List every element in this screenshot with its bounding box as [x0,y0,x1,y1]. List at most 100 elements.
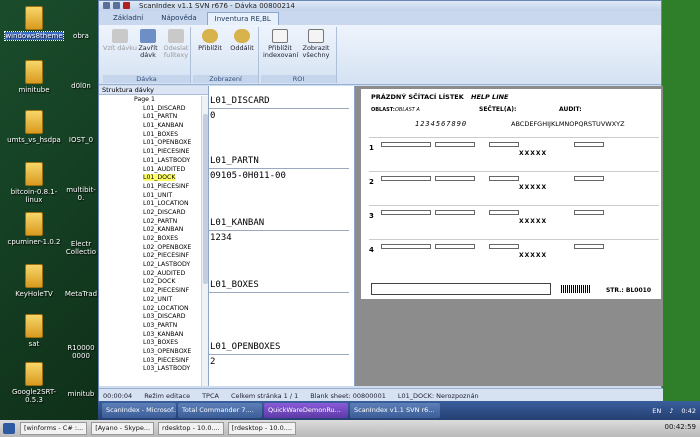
barcode [561,285,591,293]
field-input[interactable]: 2 [209,354,349,368]
status-field: L01_DOCK: Nerozpoznán [397,391,479,400]
field-input[interactable] [209,292,349,306]
desktop-partial-icon[interactable]: IOST_0 [64,136,98,144]
tree-item[interactable]: L03_DISCARD [99,313,201,322]
tree-item[interactable]: L02_KANBAN [99,226,201,235]
show-all-button[interactable]: Zobrazit všechny [299,29,333,59]
folder-icon [25,362,43,386]
tab-napoveda[interactable]: Nápověda [153,11,204,25]
document-viewer[interactable]: PRÁZDNÝ SČÍTACÍ LÍSTEK HELP LINE OBLAST:… [355,86,663,386]
folder-icon [25,6,43,30]
field-input[interactable]: 09105-0H011-00 [209,168,349,182]
desktop-partial-icon[interactable]: obra [64,32,98,40]
form-row-1: 1 XXXXX [369,137,659,159]
tree-item[interactable]: L01_BOXES [99,131,201,140]
tree-item[interactable]: L02_BOXES [99,235,201,244]
desktop-partial-icon[interactable]: minitub [64,390,98,398]
tree-item[interactable]: L03_OPENBOXE [99,348,201,357]
host-task-skype[interactable]: [Ayano - Skype... [91,422,155,435]
tree-scrollbar[interactable] [201,96,208,386]
tree-item[interactable]: L02_UNIT [99,296,201,305]
zoom-in-button[interactable]: Přiblížit [193,29,227,52]
desktop-icon-sat[interactable]: sat [4,314,64,348]
tree-item[interactable]: L01_LASTBODY [99,157,201,166]
tree-item[interactable]: L02_LOCATION [99,305,201,314]
ribbon-group-label: ROI [261,75,336,83]
form-secteni-label: SEČTEL(A): [479,106,517,113]
tree-item[interactable]: L01_DISCARD [99,105,201,114]
taskbar-item[interactable]: ScanIndex v1.1 SVN r6... [350,403,440,418]
tree-item[interactable]: L03_BOXES [99,339,201,348]
tab-inventura[interactable]: Inventura RE,BL [206,12,279,25]
ribbon-group-zobrazeni: Přiblížit Oddálit Zobrazení [193,27,259,83]
send-fulltext-button[interactable]: Odeslat fulltexy [159,29,193,59]
field-input[interactable]: 0 [209,108,349,122]
desktop-icon-umts[interactable]: umts_vs_hsdpa [4,110,64,144]
tree-item[interactable]: L03_PARTN [99,322,201,331]
zoom-out-button[interactable]: Oddálit [225,29,259,52]
desktop-icon-minitube[interactable]: minitube [4,60,64,94]
tree-item[interactable]: L02_PIECESINF [99,287,201,296]
status-bar: 00:00:04 Režim editace TPCA Celkem strán… [99,388,663,402]
status-pages: Celkem stránka 1 / 1 [230,391,299,400]
ribbon-tabs: Základní Nápověda Inventura RE,BL [99,11,661,25]
tree-item[interactable]: L01_UNIT [99,192,201,201]
close-batch-ribbon-icon [140,29,156,43]
tree-item[interactable]: L03_PIECESINF [99,357,201,366]
desktop-partial-icon[interactable]: Electr Collectio [64,240,98,256]
form-row-4: 4 XXXXX [369,239,659,261]
taskbar-item[interactable]: Total Commander 7.... [178,403,262,418]
desktop-partial-icon[interactable]: R10000 0000 [64,344,98,360]
tree-item[interactable]: L02_LASTBODY [99,261,201,270]
tree-item[interactable]: L01_LOCATION [99,200,201,209]
batch-tree[interactable]: Page 1 L01_DISCARD L01_PARTN L01_KANBAN L01… [99,96,201,386]
tab-zakladni[interactable]: Základní [105,11,151,25]
desktop-icon-google2srt[interactable]: Google2SRT-0.5.3 [4,362,64,404]
desktop-icon-keyholetv[interactable]: KeyHoleTV [4,264,64,298]
tree-item[interactable]: L01_PIECESINF [99,183,201,192]
tree-item[interactable]: L01_DOCK [99,174,201,183]
tree-header: Struktura dávky [99,86,208,95]
tree-item[interactable]: L01_PIECESINE [99,148,201,157]
app-icon[interactable] [103,2,110,9]
desktop-partial-icon[interactable]: multibit-0. [64,186,98,202]
tree-item[interactable]: L02_OPENBOXE [99,244,201,253]
tree-scroll-thumb[interactable] [203,114,208,284]
host-task-winforms[interactable]: [winforms - C# :... [20,422,88,435]
form-digits: 1234567890 [415,120,468,128]
form-footer-box [371,283,551,295]
tree-item[interactable]: L02_DISCARD [99,209,201,218]
tree-item[interactable]: L01_OPENBOXE [99,139,201,148]
desktop-partial-icon[interactable]: MetaTrad [64,290,98,298]
zoom-in-icon [202,29,218,43]
tree-item[interactable]: L03_KANBAN [99,331,201,340]
desktop-icon-cpuminer[interactable]: cpuminer-1.0.2 [4,212,64,246]
volume-icon[interactable]: ♪ [669,407,673,415]
close-batch-icon[interactable] [123,2,130,9]
desktop-right-strip [662,0,700,420]
tree-item[interactable]: L01_PARTN [99,113,201,122]
desktop-partial-icon[interactable]: d0l0n [64,82,98,90]
language-indicator[interactable]: EN [652,407,661,415]
tree-item[interactable]: L01_KANBAN [99,122,201,131]
tree-item[interactable]: L02_AUDITED [99,270,201,279]
menu-icon[interactable] [3,423,15,434]
host-task-rdesktop-1[interactable]: rdesktop - 10.0.... [158,422,224,435]
remote-taskbar: ScanIndex - Microsof... Total Commander … [98,401,700,420]
taskbar-item[interactable]: ScanIndex - Microsof... [102,403,176,418]
tree-item[interactable]: L02_PARTN [99,218,201,227]
tree-item[interactable]: L03_LASTBODY [99,365,201,374]
desktop-icon-windows8theme[interactable]: windows8theme [4,6,64,41]
print-icon[interactable] [113,2,120,9]
tree-root[interactable]: Page 1 [99,96,201,105]
tree-item[interactable]: L02_PIECESINF [99,252,201,261]
host-task-rdesktop-2[interactable]: [rdesktop - 10.0.... [227,422,296,435]
field-input[interactable]: 1234 [209,230,349,244]
zoom-indexed-button[interactable]: Přiblížit indexovaní [263,29,298,59]
folder-icon [25,212,43,236]
tree-item[interactable]: L02_DOCK [99,278,201,287]
desktop-icon-bitcoin[interactable]: bitcoin-0.8.1-linux [4,162,64,204]
folder-icon [25,162,43,186]
tree-item[interactable]: L01_AUDITED [99,166,201,175]
taskbar-item-active[interactable]: QuickWareDemonRu... [264,403,348,418]
